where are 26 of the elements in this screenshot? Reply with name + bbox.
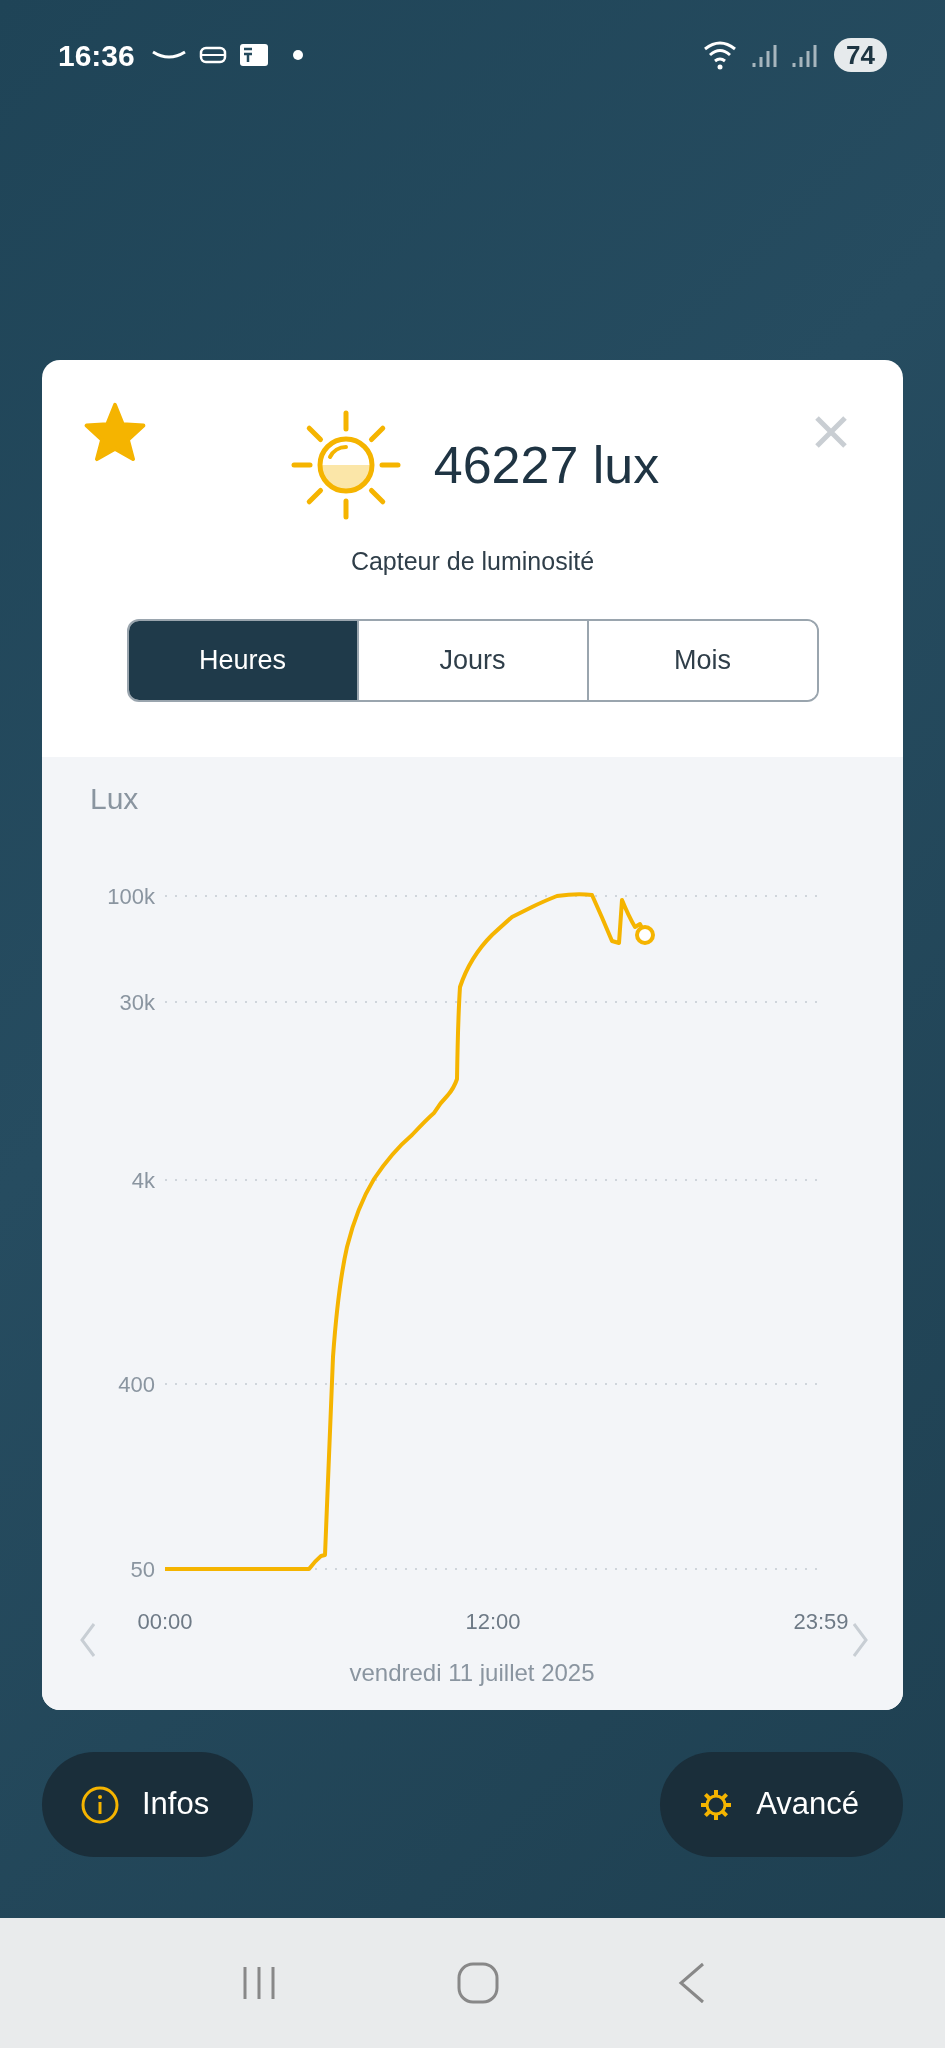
x-axis-label: 00:00 bbox=[137, 1609, 193, 1634]
axis-title: Lux bbox=[90, 782, 139, 815]
info-icon bbox=[80, 1784, 120, 1825]
period-tab[interactable]: Mois bbox=[586, 620, 817, 700]
y-axis-label: 100k bbox=[107, 884, 155, 909]
date-label: vendredi 11 juillet 2025 bbox=[349, 1659, 595, 1686]
info-button[interactable]: Infos bbox=[42, 1752, 254, 1857]
back-icon[interactable] bbox=[676, 1961, 707, 2005]
current-point-marker bbox=[635, 925, 655, 945]
y-axis-label: 400 bbox=[118, 1372, 155, 1397]
x-axis-label: 23:59 bbox=[793, 1609, 849, 1634]
status-time: 16:36 bbox=[58, 37, 135, 74]
star-icon[interactable] bbox=[84, 402, 146, 462]
home-icon[interactable] bbox=[455, 1961, 500, 2005]
message-icon bbox=[238, 43, 269, 67]
x-axis-label: 12:00 bbox=[465, 1609, 521, 1634]
y-axis-label: 50 bbox=[130, 1557, 155, 1582]
y-axis-label: 30k bbox=[119, 990, 155, 1015]
sensor-name: Capteur de luminosité bbox=[350, 546, 595, 577]
battery-indicator: 74 bbox=[834, 38, 887, 72]
period-tab[interactable]: Heures bbox=[128, 620, 357, 700]
notification-icon bbox=[198, 46, 227, 64]
advanced-button[interactable]: Avancé bbox=[660, 1752, 903, 1857]
y-axis-label: 4k bbox=[131, 1168, 155, 1193]
close-icon[interactable] bbox=[813, 414, 849, 450]
lux-value: 46227 lux bbox=[433, 435, 660, 496]
